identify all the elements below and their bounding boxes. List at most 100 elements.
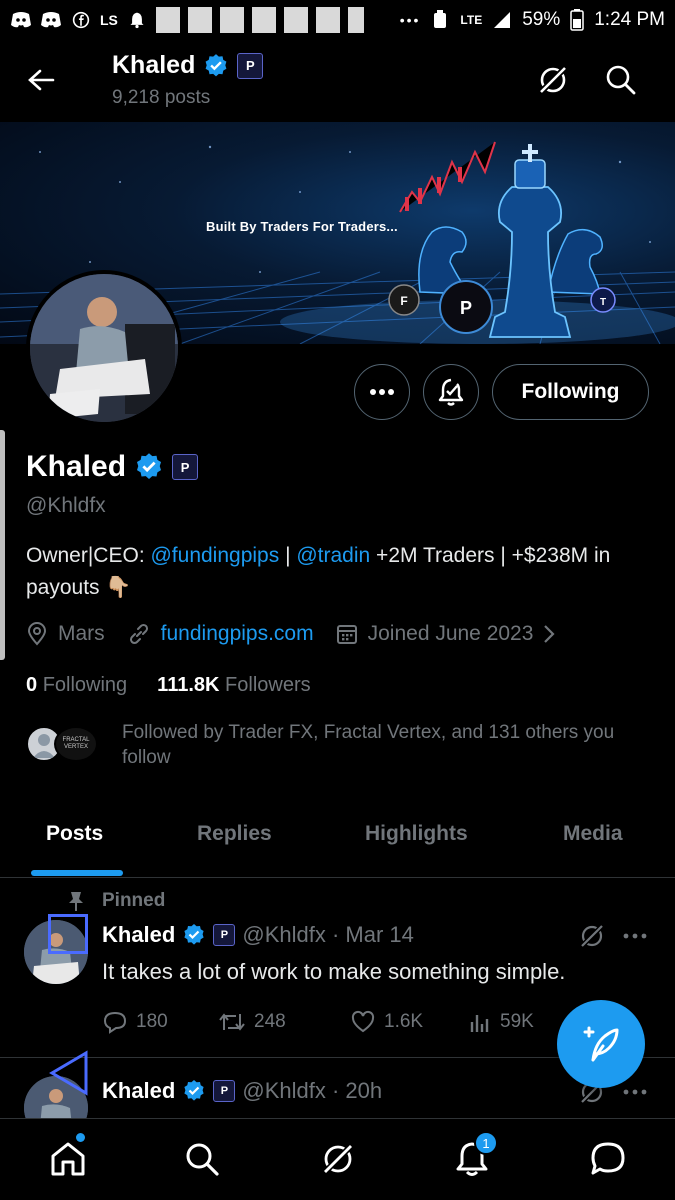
annotation-triangle xyxy=(49,1050,88,1096)
redacted-block xyxy=(219,7,244,33)
tab-highlights[interactable]: Highlights xyxy=(365,822,468,846)
redacted-block xyxy=(283,7,308,33)
redacted-block xyxy=(315,7,340,33)
mention-tradin[interactable]: @tradin xyxy=(296,544,370,567)
affiliate-badge[interactable]: P xyxy=(237,52,264,79)
repost-button[interactable]: 248 xyxy=(218,1010,350,1034)
status-bar: LS ••• LTE 59% 1:24 PM xyxy=(0,0,675,40)
views-count: 59K xyxy=(500,1011,534,1032)
affiliate-badge[interactable]: P xyxy=(172,454,199,480)
views-chart-icon xyxy=(470,1015,489,1032)
header-name: Khaled xyxy=(112,51,196,79)
svg-text:T: T xyxy=(600,297,606,308)
post-more-icon[interactable] xyxy=(622,1078,648,1106)
followers-label: Followers xyxy=(225,674,311,696)
profile-avatar[interactable] xyxy=(26,270,182,426)
search-icon[interactable] xyxy=(604,63,638,97)
profile-header: Khaled P 9,218 posts xyxy=(0,45,675,115)
views-button[interactable]: 59K xyxy=(468,1010,534,1034)
signal-icon xyxy=(494,12,511,28)
follow-stats: 0 Following 111.8K Followers xyxy=(26,674,311,697)
affiliate-badge: P xyxy=(213,924,236,946)
chevron-right-icon xyxy=(544,625,555,643)
post-actions: 180 248 1.6K 59K xyxy=(102,1010,534,1034)
verified-badge-icon[interactable] xyxy=(134,452,164,482)
header-post-count: 9,218 posts xyxy=(112,87,211,108)
svg-text:P: P xyxy=(460,298,472,318)
scroll-indicator[interactable] xyxy=(0,430,5,660)
post-author[interactable]: Khaled xyxy=(102,922,175,948)
calendar-icon xyxy=(336,625,357,644)
nav-grok[interactable] xyxy=(318,1139,358,1179)
ls-icon: LS xyxy=(100,12,118,28)
grok-icon[interactable] xyxy=(536,63,570,97)
discord-icon xyxy=(11,12,31,28)
back-button[interactable] xyxy=(24,63,58,97)
like-button[interactable]: 1.6K xyxy=(350,1010,468,1034)
bio-separator: | xyxy=(279,544,297,567)
profile-bio: Owner|CEO: @fundingpips | @tradin +2M Tr… xyxy=(26,540,656,604)
discord-icon xyxy=(41,12,61,28)
grok-icon xyxy=(321,1142,355,1176)
more-options-button[interactable] xyxy=(354,364,410,420)
notification-bell-icon xyxy=(130,12,144,29)
link-icon xyxy=(129,623,148,645)
profile-name-row: Khaled P xyxy=(26,450,199,484)
nav-home[interactable] xyxy=(48,1139,88,1179)
reply-icon xyxy=(103,1011,127,1034)
mention-fundingpips[interactable]: @fundingpips xyxy=(150,544,279,567)
header-title: Khaled P xyxy=(112,51,264,80)
website[interactable]: fundingpips.com xyxy=(127,622,314,646)
post-author[interactable]: Khaled xyxy=(102,1078,175,1104)
alarm-icon xyxy=(434,10,447,28)
joined-date[interactable]: Joined June 2023 xyxy=(336,622,556,646)
redacted-block xyxy=(187,7,212,33)
verified-badge-icon xyxy=(184,1080,204,1101)
following-count: 0 xyxy=(26,674,38,696)
tab-media[interactable]: Media xyxy=(563,822,623,846)
facebook-icon xyxy=(72,11,90,29)
followed-by-text: Followed by Trader FX, Fractal Vertex, a… xyxy=(122,722,615,768)
heart-icon xyxy=(351,1010,375,1033)
banner-tagline: Built By Traders For Traders... xyxy=(206,219,398,234)
reply-count: 180 xyxy=(136,1011,168,1032)
post-header: Khaled P @Khldfx · 20h xyxy=(102,1078,382,1104)
svg-text:F: F xyxy=(400,294,407,308)
repost-count: 248 xyxy=(254,1011,286,1032)
following-label: Following xyxy=(42,674,128,696)
compose-post-button[interactable] xyxy=(557,1000,645,1088)
compose-feather-icon xyxy=(583,1026,619,1062)
battery-percent: 59% xyxy=(522,9,561,30)
following-stat[interactable]: 0 Following xyxy=(26,674,127,697)
more-horizontal-icon xyxy=(370,389,394,395)
tab-replies[interactable]: Replies xyxy=(197,822,272,846)
pinned-label: Pinned xyxy=(102,890,166,911)
redacted-block xyxy=(251,7,276,33)
grok-icon[interactable] xyxy=(578,922,606,950)
verified-badge-icon xyxy=(184,924,204,945)
notification-badge: 1 xyxy=(474,1131,498,1155)
post-header: Khaled P @Khldfx · Mar 14 xyxy=(102,922,414,948)
followers-stat[interactable]: 111.8K Followers xyxy=(157,674,310,697)
followed-by[interactable]: FRACTAL VERTEX Followed by Trader FX, Fr… xyxy=(26,720,646,770)
redacted-block xyxy=(155,7,180,33)
followers-count: 111.8K xyxy=(157,674,220,696)
like-count: 1.6K xyxy=(384,1011,424,1032)
reply-button[interactable]: 180 xyxy=(102,1010,218,1034)
profile-tabs: Posts Replies Highlights Media xyxy=(0,800,675,878)
profile-handle: @Khldfx xyxy=(26,494,106,517)
home-icon xyxy=(51,1142,85,1176)
nav-messages[interactable] xyxy=(588,1139,628,1179)
tab-posts[interactable]: Posts xyxy=(46,822,103,846)
location: Mars xyxy=(26,622,105,646)
avatar: FRACTAL VERTEX xyxy=(54,726,98,762)
website-link[interactable]: fundingpips.com xyxy=(161,622,314,646)
post-more-icon[interactable] xyxy=(622,922,648,950)
location-text: Mars xyxy=(58,622,105,645)
following-button[interactable]: Following xyxy=(492,364,649,420)
notify-bell-button[interactable] xyxy=(423,364,479,420)
bell-check-icon xyxy=(438,378,464,406)
nav-search[interactable] xyxy=(182,1139,222,1179)
joined-text: Joined June 2023 xyxy=(367,622,534,645)
annotation-square xyxy=(48,914,88,954)
